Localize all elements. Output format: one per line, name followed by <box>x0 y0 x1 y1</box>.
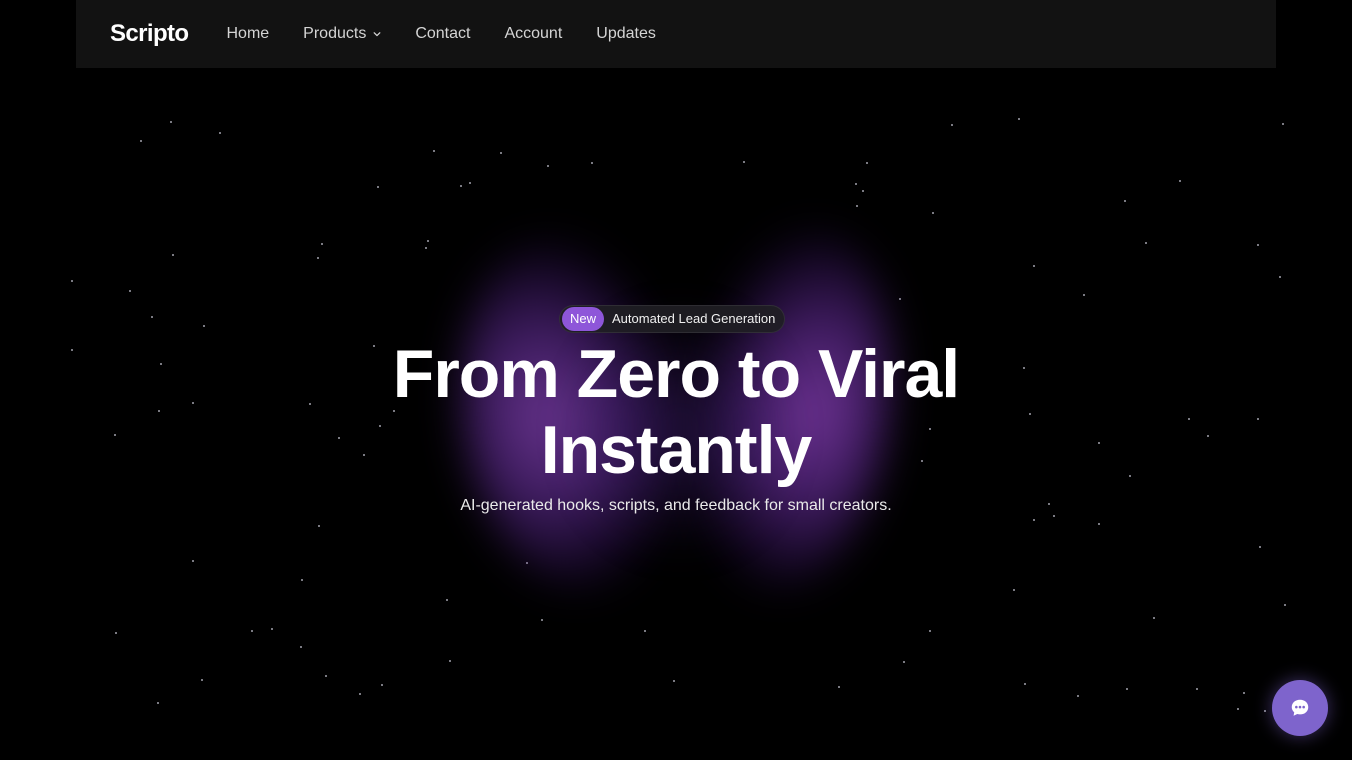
chevron-down-icon <box>373 32 381 37</box>
nav-item-updates-label: Updates <box>596 25 656 42</box>
headline-line-1: From Zero to Viral <box>392 336 960 412</box>
hero-section: New Automated Lead Generation From Zero … <box>0 0 1352 760</box>
nav-links: Home Products Contact Account Updates <box>226 25 689 43</box>
nav-item-updates[interactable]: Updates <box>596 25 656 43</box>
nav-item-products-label: Products <box>303 25 367 42</box>
announcement-badge[interactable]: New Automated Lead Generation <box>559 305 786 333</box>
headline-line-2: Instantly <box>540 412 813 488</box>
new-tag: New <box>562 307 605 331</box>
top-navbar: Scripto Home Products Contact Account Up… <box>76 0 1276 68</box>
page: Scripto Home Products Contact Account Up… <box>0 0 1352 760</box>
announcement-text: Automated Lead Generation <box>612 311 776 326</box>
hero-headline: From Zero to Viral Instantly <box>0 336 1352 488</box>
chat-widget-button[interactable] <box>1272 680 1328 736</box>
chat-bubble-icon <box>1291 699 1309 716</box>
nav-item-account-label: Account <box>504 25 563 42</box>
hero-subheadline: AI-generated hooks, scripts, and feedbac… <box>460 497 892 514</box>
nav-item-products[interactable]: Products <box>303 25 381 43</box>
nav-item-home-label: Home <box>226 25 270 42</box>
nav-item-contact[interactable]: Contact <box>415 25 470 43</box>
nav-item-contact-label: Contact <box>415 25 471 42</box>
nav-item-home[interactable]: Home <box>226 25 269 43</box>
nav-item-account[interactable]: Account <box>504 25 562 43</box>
logo[interactable]: Scripto <box>110 20 189 48</box>
